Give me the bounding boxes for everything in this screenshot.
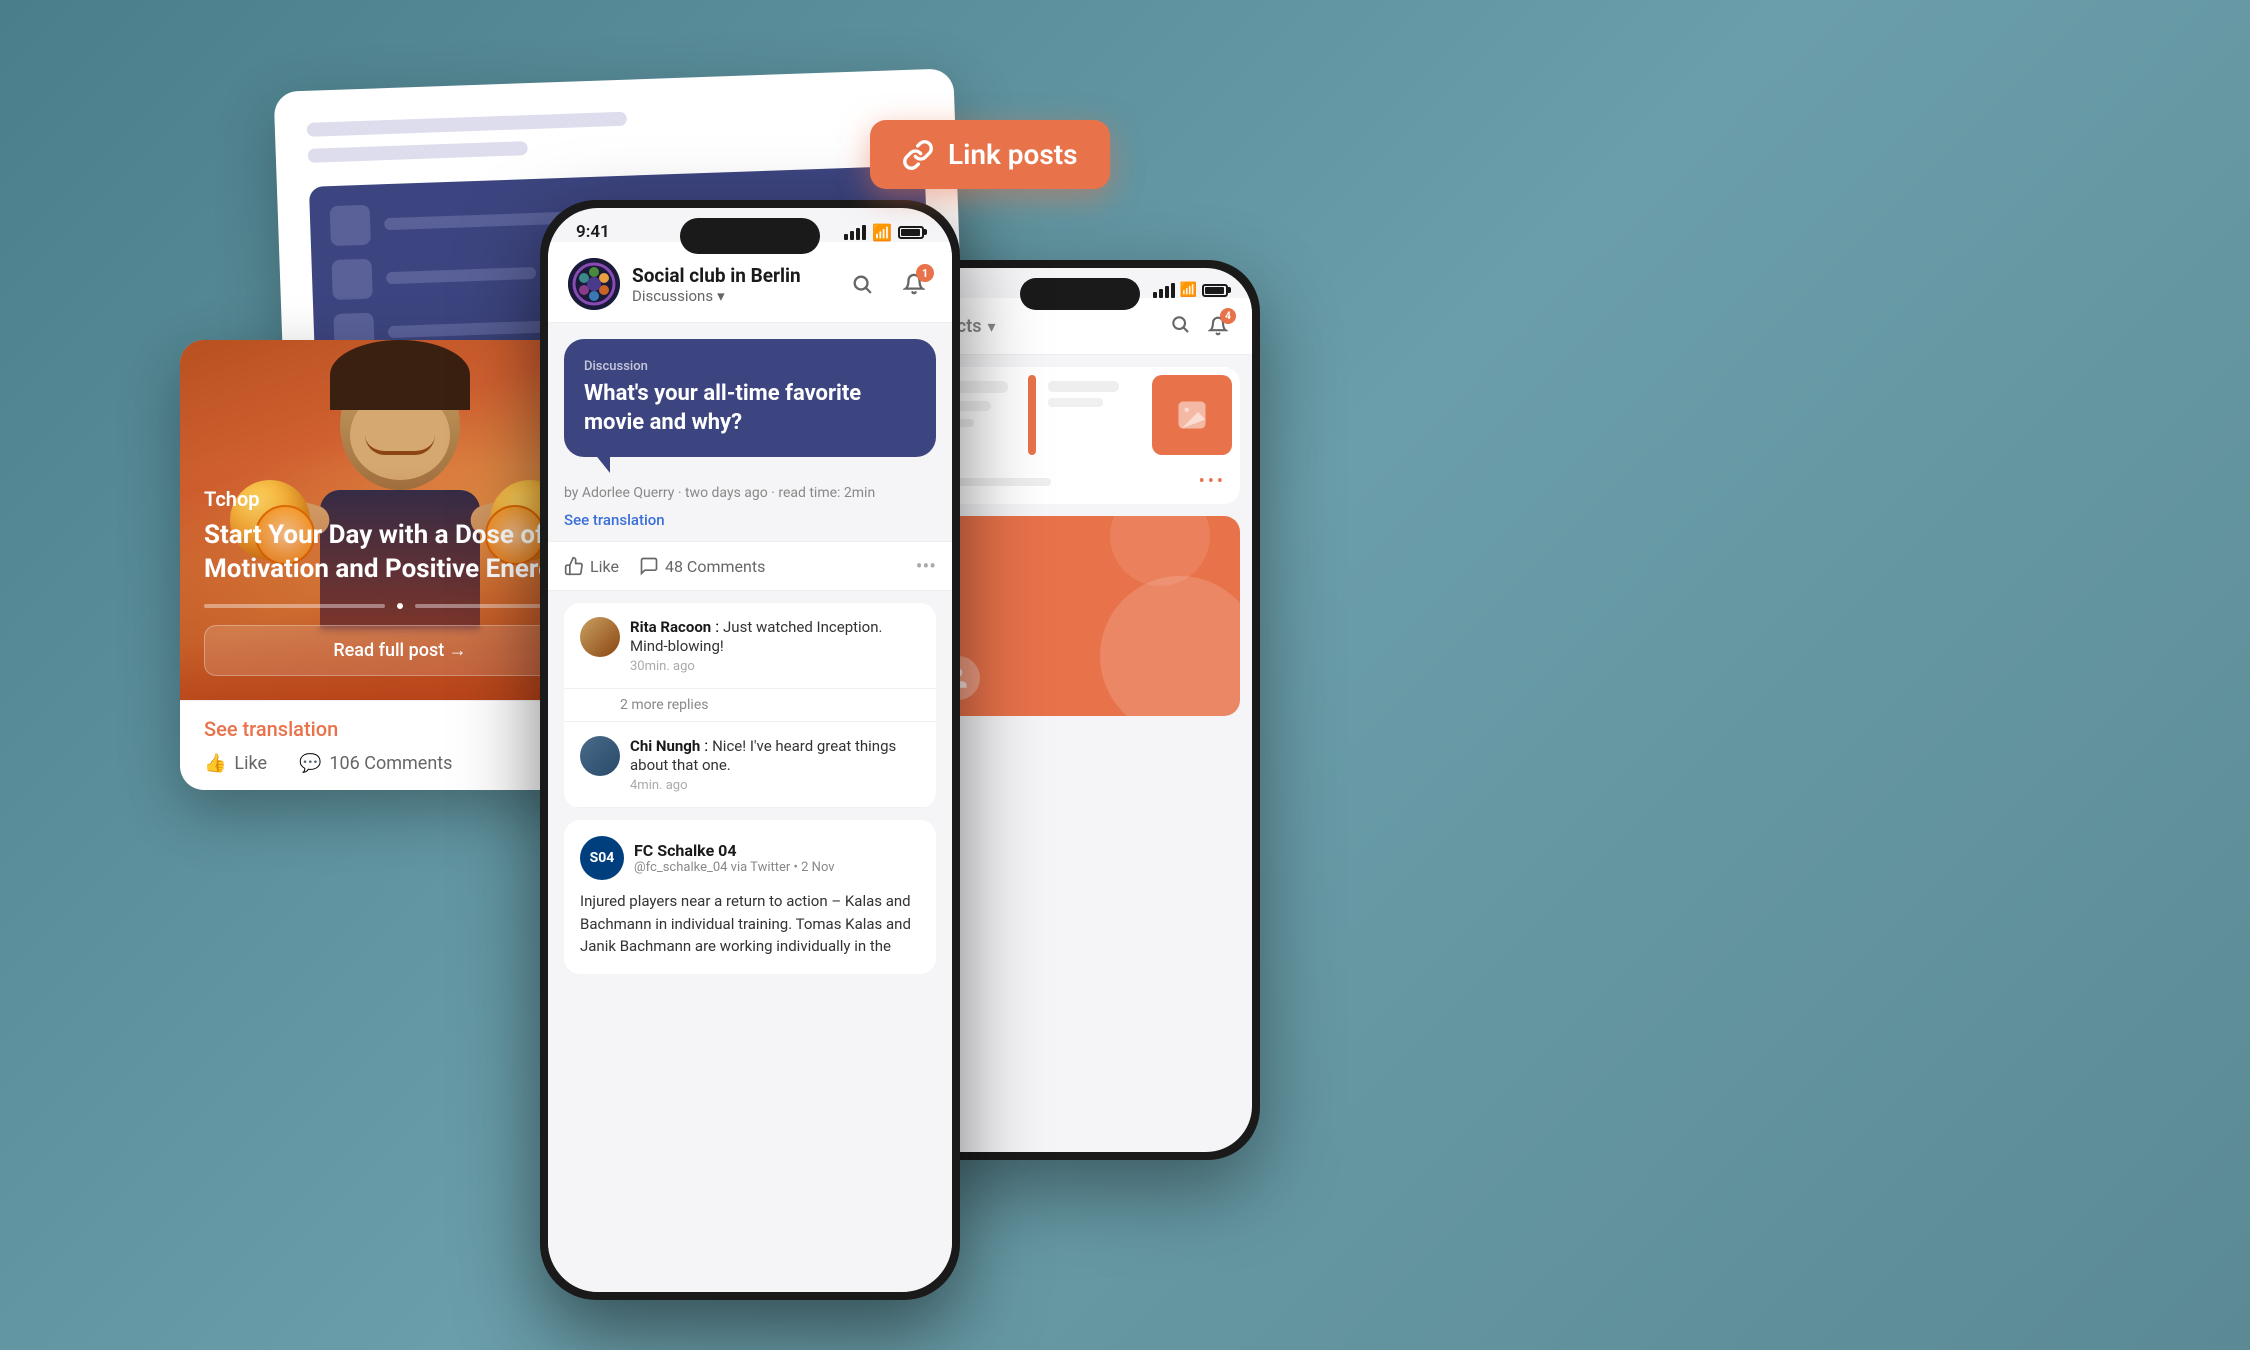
notification-button[interactable]: 4 xyxy=(1202,310,1234,342)
notification-button[interactable]: 1 xyxy=(896,266,932,302)
progress-dot xyxy=(397,603,403,609)
chevron-down-icon: ▾ xyxy=(717,287,725,305)
discussion-label: Discussion xyxy=(584,359,916,374)
link-icon xyxy=(902,139,934,171)
schalke-post-header: S04 FC Schalke 04 @fc_schalke_04 via Twi… xyxy=(580,836,920,880)
back-card-line1 xyxy=(307,112,627,137)
comment-item: Rita Racoon : Just watched Inception. Mi… xyxy=(564,603,936,689)
battery-icon xyxy=(1202,284,1228,297)
see-translation-link[interactable]: See translation xyxy=(204,717,596,741)
center-phone: 9:41 📶 xyxy=(540,200,960,1300)
comment-icon: 💬 xyxy=(299,753,321,774)
back-card-item-line xyxy=(386,267,536,284)
discussion-card: Discussion What's your all-time favorite… xyxy=(564,339,936,457)
more-replies[interactable]: 2 more replies xyxy=(564,689,936,722)
comment-author: Rita Racoon xyxy=(630,618,711,636)
community-sub[interactable]: Discussions ▾ xyxy=(632,287,801,305)
status-icons: 📶 xyxy=(844,223,924,242)
comment-body: Chi Nungh : Nice! I've heard great thing… xyxy=(630,736,920,793)
commenter-avatar-chi xyxy=(580,736,620,776)
schalke-handle: @fc_schalke_04 via Twitter • 2 Nov xyxy=(634,860,920,875)
notification-count: 1 xyxy=(916,264,934,282)
comment-body: Rita Racoon : Just watched Inception. Mi… xyxy=(630,617,920,674)
community-info: Social club in Berlin Discussions ▾ xyxy=(568,258,801,310)
right-phone-notch xyxy=(1020,278,1140,310)
decorative-circle xyxy=(1100,576,1240,716)
back-card-line2 xyxy=(308,141,528,163)
like-button[interactable]: 👍 Like xyxy=(204,753,267,774)
right-big-card xyxy=(920,516,1240,716)
time-display: 9:41 xyxy=(576,222,610,242)
phone-center-screen: 9:41 📶 xyxy=(548,208,952,1292)
comments-button[interactable]: 💬 106 Comments xyxy=(299,753,452,774)
like-label: Like xyxy=(234,753,267,774)
post-action-bar: Like 48 Comments ••• xyxy=(548,541,952,591)
more-options-button[interactable]: ••• xyxy=(1199,471,1226,492)
header-actions: 1 xyxy=(844,266,932,302)
schalke-post-text: Injured players near a return to action … xyxy=(580,890,920,958)
discussion-title: What's your all-time favorite movie and … xyxy=(584,380,916,437)
right-post-card-1: ••• xyxy=(920,367,1240,504)
right-post-actions: ••• xyxy=(920,463,1240,504)
feed-content[interactable]: Discussion What's your all-time favorite… xyxy=(548,323,952,1292)
thumbs-up-icon: 👍 xyxy=(204,753,226,774)
wifi-icon: 📶 xyxy=(1180,282,1197,298)
comment-time: 4min. ago xyxy=(630,778,920,793)
image-icon xyxy=(1174,397,1210,433)
discussion-bubble-tail xyxy=(594,453,610,473)
right-post-body xyxy=(920,367,1240,463)
search-button[interactable] xyxy=(1170,314,1190,338)
link-posts-label: Link posts xyxy=(948,138,1078,171)
schalke-meta: FC Schalke 04 @fc_schalke_04 via Twitter… xyxy=(634,841,920,875)
comment-colon: : xyxy=(704,736,712,755)
phone-notch xyxy=(680,218,820,254)
comment-author: Chi Nungh xyxy=(630,737,700,755)
like-label: Like xyxy=(590,557,619,576)
post-progress xyxy=(204,603,596,609)
post-author: Tchop xyxy=(204,487,596,511)
comment-section: Rita Racoon : Just watched Inception. Mi… xyxy=(564,603,936,808)
chevron-down-icon: ▾ xyxy=(987,317,995,336)
post-meta: by Adorlee Querry · two days ago · read … xyxy=(564,485,936,501)
discussion-see-translation[interactable]: See translation xyxy=(564,511,936,529)
commenter-avatar-rita xyxy=(580,617,620,657)
notification-count: 4 xyxy=(1220,308,1236,324)
back-card-item-icon xyxy=(331,259,372,300)
schalke-post: S04 FC Schalke 04 @fc_schalke_04 via Twi… xyxy=(564,820,936,974)
more-options-button[interactable]: ••• xyxy=(916,554,936,578)
community-name: Social club in Berlin xyxy=(632,264,801,287)
post-title: Start Your Day with a Dose of Motivation… xyxy=(204,519,596,587)
signal-icon xyxy=(844,225,866,240)
like-button[interactable]: Like xyxy=(564,556,619,576)
schalke-avatar: S04 xyxy=(580,836,624,880)
right-post-thumbnail xyxy=(1152,375,1232,455)
comment-item: Chi Nungh : Nice! I've heard great thing… xyxy=(564,722,936,808)
signal-icon xyxy=(1153,283,1175,298)
battery-icon xyxy=(898,226,924,239)
comment-colon: : xyxy=(715,617,723,636)
decorative-circle-2 xyxy=(1110,516,1210,586)
community-text: Social club in Berlin Discussions ▾ xyxy=(632,264,801,305)
community-avatar-svg xyxy=(568,258,620,310)
comment-time: 30min. ago xyxy=(630,659,920,674)
read-full-post-button[interactable]: Read full post → xyxy=(204,625,596,676)
schalke-name: FC Schalke 04 xyxy=(634,841,920,860)
link-posts-badge[interactable]: Link posts xyxy=(870,120,1110,189)
community-header: Social club in Berlin Discussions ▾ xyxy=(548,242,952,323)
back-card-item-icon xyxy=(330,205,371,246)
search-button[interactable] xyxy=(844,266,880,302)
post-actions: 👍 Like 💬 106 Comments xyxy=(204,753,596,774)
progress-bar-1 xyxy=(204,604,385,608)
comments-count: 48 Comments xyxy=(665,557,765,576)
community-avatar xyxy=(568,258,620,310)
wifi-icon: 📶 xyxy=(872,223,892,242)
comments-count: 106 Comments xyxy=(329,753,452,774)
comments-button[interactable]: 48 Comments xyxy=(639,556,765,576)
